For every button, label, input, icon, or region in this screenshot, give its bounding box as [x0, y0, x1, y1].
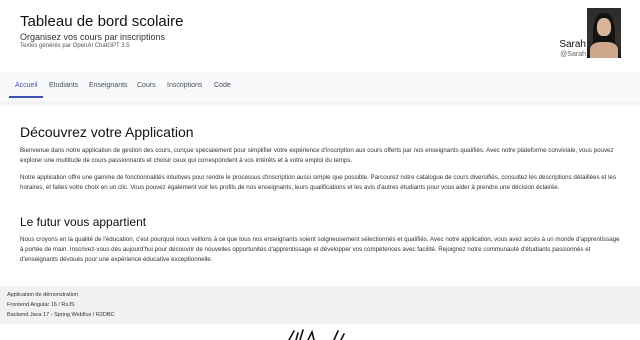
nav-bar: Accueil Etudiants Enseignants Cours Insc…: [0, 72, 640, 102]
intro-paragraph: Bienvenue dans notre application de gest…: [20, 147, 614, 164]
user-name: Sarah: [559, 39, 586, 50]
section-heading-discover: Découvrez votre Application: [20, 124, 194, 140]
footer: Application de démonstration Frontend An…: [0, 286, 640, 324]
footer-demo-label: Application de démonstration: [7, 292, 78, 298]
nav-item-cours[interactable]: Cours: [137, 82, 156, 89]
app-title: Tableau de bord scolaire: [20, 13, 184, 30]
nav-item-accueil[interactable]: Accueil: [15, 82, 38, 89]
header: Tableau de bord scolaire Organisez vos c…: [0, 0, 640, 70]
nav-item-enseignants[interactable]: Enseignants: [89, 82, 128, 89]
avatar-shoulders: [590, 42, 618, 58]
active-tab-indicator: [9, 96, 43, 98]
signature-graphic: [288, 329, 345, 340]
app-credit: Textes générés par OpenAI ChatGPT 3.5: [20, 43, 130, 49]
nav-item-etudiants[interactable]: Etudiants: [49, 82, 78, 89]
user-handle: @Sarah: [560, 51, 586, 58]
nav-item-inscriptions[interactable]: Inscriptions: [167, 82, 202, 89]
footer-backend-label: Backend Java 17 - Spring Webflux / R2DBC: [7, 312, 115, 318]
features-paragraph: Notre application offre une gamme de fon…: [20, 174, 617, 191]
app-subtitle: Organisez vos cours par inscriptions: [20, 32, 166, 42]
section-heading-future: Le futur vous appartient: [20, 215, 147, 229]
nav-item-code[interactable]: Code: [214, 82, 231, 89]
avatar-face: [597, 18, 611, 36]
future-paragraph: Nous croyons en la qualité de l'éducatio…: [20, 236, 620, 263]
footer-frontend-label: Frontend Angular 16 / RxJS: [7, 302, 75, 308]
avatar[interactable]: [587, 8, 621, 58]
